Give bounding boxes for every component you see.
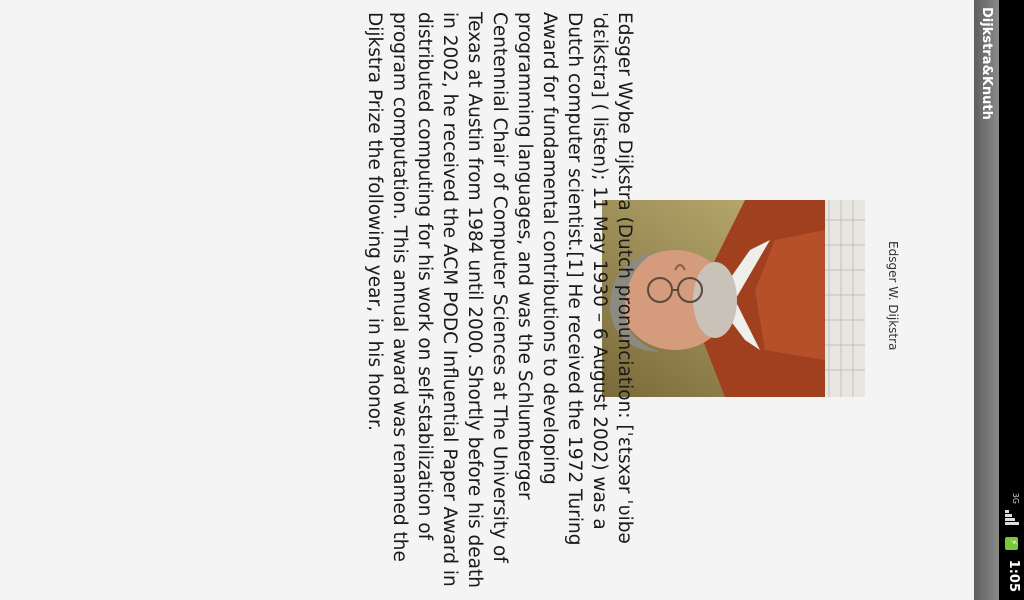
portrait-image: [602, 200, 865, 397]
portrait-photo: [602, 200, 865, 397]
image-caption: Edsger W. Dijkstra: [886, 241, 900, 351]
app-screen: 3G 1:05 Dijkstra&Knuth Edsger W. Dijkstr…: [0, 0, 1024, 600]
network-3g-icon: 3G: [1011, 492, 1020, 504]
biography-text: Edsger Wybe Dijkstra (Dutch pronunciatio…: [364, 12, 635, 588]
article-content[interactable]: Edsger W. Dijkstra Edsger Wybe Dijkstra …: [0, 0, 974, 600]
status-bar: 3G 1:05: [999, 0, 1024, 600]
title-bar: Dijkstra&Knuth: [974, 0, 999, 600]
status-time: 1:05: [1006, 559, 1021, 592]
app-title: Dijkstra&Knuth: [979, 7, 994, 120]
signal-icon: [1005, 510, 1019, 526]
battery-charging-icon: [1005, 537, 1018, 550]
